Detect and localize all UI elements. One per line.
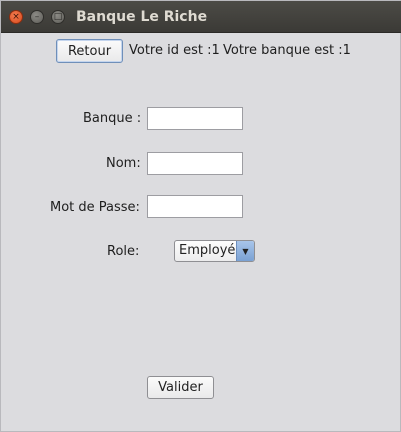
role-select[interactable]: Employé ▼ (174, 240, 255, 262)
window-title: Banque Le Riche (76, 9, 208, 25)
minimize-icon[interactable]: – (30, 10, 44, 24)
role-label: Role: (107, 244, 140, 259)
app-window: × – □ Banque Le Riche Retour Votre id es… (0, 0, 401, 432)
chevron-down-icon[interactable]: ▼ (236, 241, 254, 261)
maximize-icon[interactable]: □ (51, 10, 65, 24)
bank-id-text: Votre banque est :1 (223, 43, 351, 58)
user-id-text: Votre id est :1 (129, 43, 220, 58)
close-icon[interactable]: × (9, 10, 23, 24)
back-button[interactable]: Retour (56, 39, 123, 63)
password-input[interactable] (147, 195, 243, 218)
bank-label: Banque : (83, 111, 142, 126)
name-input[interactable] (147, 152, 243, 175)
submit-button[interactable]: Valider (147, 376, 214, 399)
name-label: Nom: (106, 156, 141, 171)
bank-input[interactable] (147, 107, 243, 130)
password-label: Mot de Passe: (50, 200, 140, 215)
role-selected-value: Employé (179, 243, 236, 258)
title-bar: × – □ Banque Le Riche (1, 1, 401, 33)
